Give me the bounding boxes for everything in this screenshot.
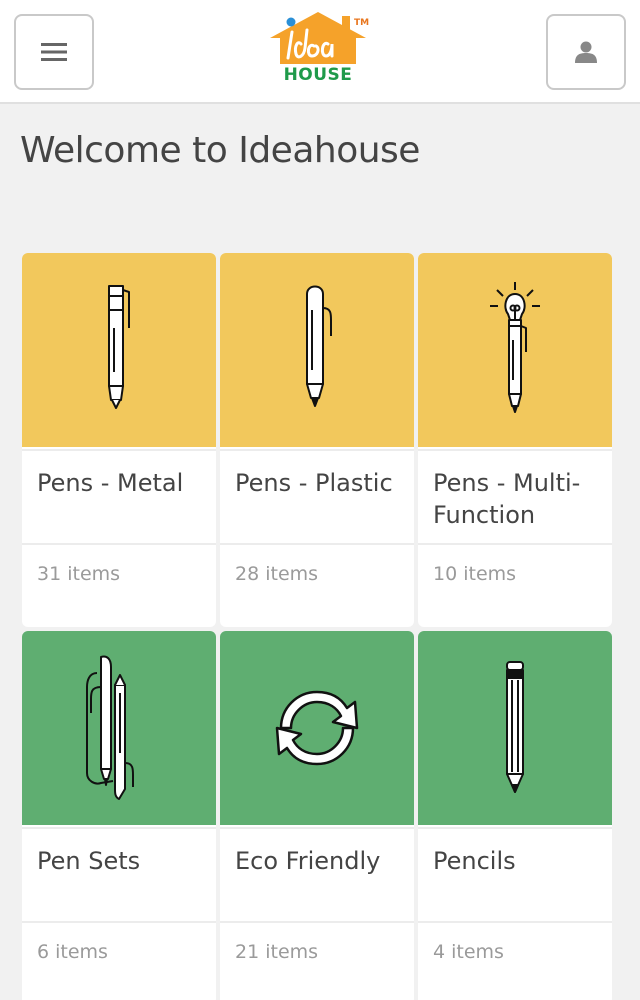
category-image [418,253,612,447]
pen-set-icon [86,655,134,800]
category-name: Pencils [418,827,612,921]
category-image [220,631,414,825]
plastic-pen-icon [306,285,332,407]
category-image [22,253,216,447]
category-item-count: 21 items [220,921,414,1000]
category-image [22,631,216,825]
category-item-count: 6 items [22,921,216,1000]
pencil-icon [506,661,524,793]
logo-trademark: TM [354,18,370,28]
ideahouse-logo[interactable]: TM HOUSE [268,10,372,88]
category-card-pens-multi-function[interactable]: Pens - Multi-Function 10 items [418,253,612,627]
category-item-count: 31 items [22,543,216,627]
recycle-icon [275,690,359,766]
category-card-pens-plastic[interactable]: Pens - Plastic 28 items [220,253,414,627]
category-card-pen-sets[interactable]: Pen Sets 6 items [22,631,216,1000]
hamburger-icon [41,43,67,61]
category-item-count: 4 items [418,921,612,1000]
category-item-count: 28 items [220,543,414,627]
category-card-eco-friendly[interactable]: Eco Friendly 21 items [220,631,414,1000]
category-image [220,253,414,447]
logo-wordmark: HOUSE [283,65,353,85]
category-item-count: 10 items [418,543,612,627]
lightbulb-pen-icon [490,282,540,413]
category-name: Pen Sets [22,827,216,921]
top-header: TM HOUSE [0,0,640,104]
user-icon [575,41,597,63]
category-image [418,631,612,825]
category-name: Pens - Multi-Function [418,449,612,543]
page-title: Welcome to Ideahouse [20,130,420,171]
metal-pen-icon [108,285,130,409]
category-name: Pens - Metal [22,449,216,543]
logo-house-graphic [270,12,366,64]
account-button[interactable] [546,14,626,90]
category-card-pens-metal[interactable]: Pens - Metal 31 items [22,253,216,627]
category-name: Eco Friendly [220,827,414,921]
category-card-pencils[interactable]: Pencils 4 items [418,631,612,1000]
category-name: Pens - Plastic [220,449,414,543]
menu-button[interactable] [14,14,94,90]
